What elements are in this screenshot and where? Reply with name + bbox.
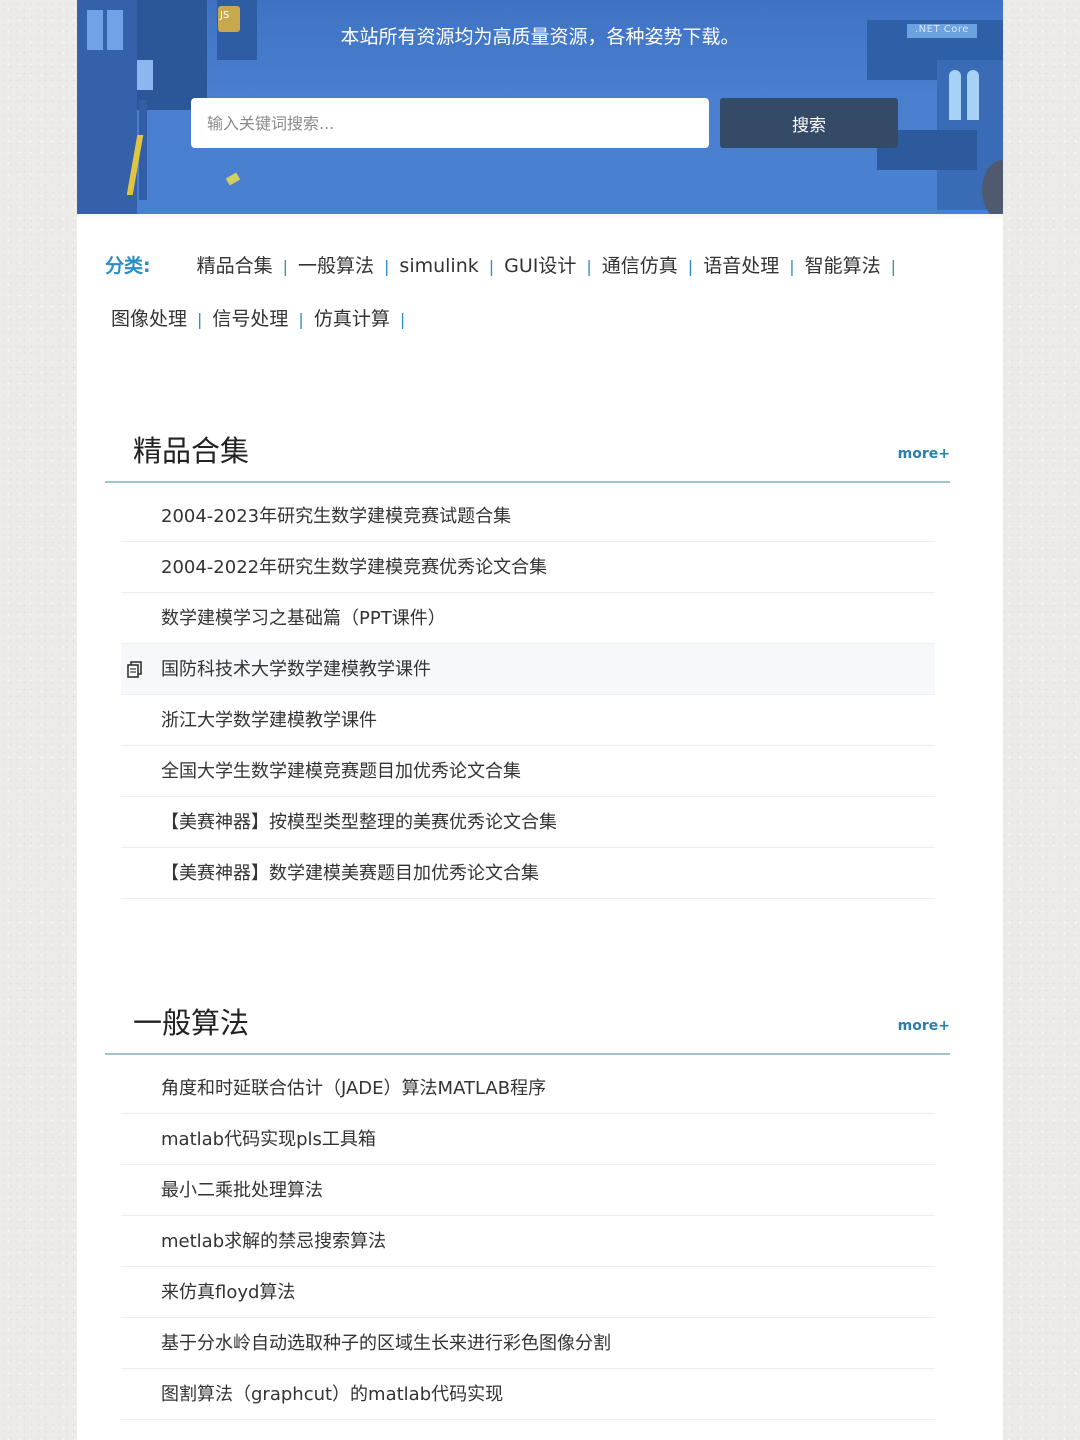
separator: | <box>197 310 203 329</box>
category-link[interactable]: 通信仿真 <box>602 255 678 277</box>
category-link[interactable]: 图像处理 <box>111 308 187 330</box>
banner-tagline: 本站所有资源均为高质量资源，各种姿势下载。 <box>340 26 740 48</box>
category-link[interactable]: 仿真计算 <box>314 308 390 330</box>
category-row: 图像处理 | 信号处理 | 仿真计算 | <box>111 293 985 346</box>
separator: | <box>298 310 304 329</box>
category-link[interactable]: 语音处理 <box>703 255 779 277</box>
separator: | <box>789 257 795 276</box>
section-header: 精品合集 more+ <box>105 410 950 483</box>
section-premium: 精品合集 more+ 2004-2023年研究生数学建模竞赛试题合集 2004-… <box>105 410 975 950</box>
list-item[interactable]: 图割算法（graphcut）的matlab代码实现 <box>121 1369 935 1420</box>
list-item[interactable]: 基于分水岭自动选取种子的区域生长来进行彩色图像分割 <box>121 1318 935 1369</box>
separator: | <box>384 257 390 276</box>
search-button[interactable]: 搜索 <box>720 98 898 148</box>
section-title: 一般算法 <box>133 1006 250 1040</box>
list-item[interactable]: 角度和时延联合估计（JADE）算法MATLAB程序 <box>121 1063 935 1114</box>
section-header: 一般算法 more+ <box>105 982 950 1055</box>
list-item[interactable]: 最小二乘批处理算法 <box>121 1165 935 1216</box>
list-item[interactable]: matlab代码实现pls工具箱 <box>121 1114 935 1165</box>
list-item[interactable]: 2004-2022年研究生数学建模竞赛优秀论文合集 <box>121 542 935 593</box>
section-general-algorithms: 一般算法 more+ 角度和时延联合估计（JADE）算法MATLAB程序 mat… <box>105 982 975 1440</box>
search-input[interactable] <box>191 98 709 148</box>
category-link[interactable]: 智能算法 <box>805 255 881 277</box>
resource-list: 2004-2023年研究生数学建模竞赛试题合集 2004-2022年研究生数学建… <box>121 491 935 899</box>
category-link[interactable]: GUI设计 <box>504 255 576 277</box>
category-link[interactable]: simulink <box>399 255 478 277</box>
list-item[interactable]: metlab求解的禁忌搜索算法 <box>121 1216 935 1267</box>
category-nav: 分类: 精品合集 | 一般算法 | simulink | GUI设计 | 通信仿真 | 语音处理 | 智能… <box>105 240 985 346</box>
section-title: 精品合集 <box>133 434 250 468</box>
banner-decoration <box>137 60 153 90</box>
list-item-label: 国防科技术大学数学建模教学课件 <box>161 659 431 680</box>
banner-decoration <box>967 70 979 120</box>
list-item[interactable]: 2004-2023年研究生数学建模竞赛试题合集 <box>121 491 935 542</box>
list-item[interactable]: 浙江大学数学建模教学课件 <box>121 695 935 746</box>
category-link[interactable]: 精品合集 <box>197 255 273 277</box>
banner-js-label: JS <box>220 10 230 21</box>
list-item[interactable]: 全国大学生数学建模竞赛题目加优秀论文合集 <box>121 746 935 797</box>
banner-decoration <box>225 172 241 186</box>
list-item[interactable]: 【美赛神器】按模型类型整理的美赛优秀论文合集 <box>121 797 935 848</box>
separator: | <box>282 257 289 276</box>
more-link[interactable]: more+ <box>898 446 950 462</box>
list-item[interactable]: 数学建模学习之基础篇（PPT课件） <box>121 593 935 644</box>
list-item[interactable]: 来仿真floyd算法 <box>121 1267 935 1318</box>
category-label: 分类: <box>105 255 151 277</box>
category-row: 分类: 精品合集 | 一般算法 | simulink | GUI设计 | 通信仿真 | 语音处理 | 智能… <box>105 240 985 293</box>
category-link[interactable]: 信号处理 <box>212 308 288 330</box>
separator: | <box>890 257 896 276</box>
list-item-hovered[interactable]: 国防科技术大学数学建模教学课件 <box>121 644 935 695</box>
separator: | <box>399 310 406 329</box>
document-icon <box>127 661 142 678</box>
separator: | <box>488 257 495 276</box>
separator: | <box>586 257 592 276</box>
category-link[interactable]: 一般算法 <box>298 255 374 277</box>
banner-shadow <box>77 214 1003 220</box>
banner-decoration <box>949 70 961 120</box>
page: JS .NET Core 本站所有资源均为高质量资源，各种姿势下载。 搜索 分类… <box>77 0 1003 1440</box>
more-link[interactable]: more+ <box>898 1018 950 1034</box>
banner-decoration <box>137 0 207 110</box>
list-item[interactable]: 【美赛神器】数学建模美赛题目加优秀论文合集 <box>121 848 935 899</box>
separator: | <box>687 257 694 276</box>
resource-list: 角度和时延联合估计（JADE）算法MATLAB程序 matlab代码实现pls工… <box>121 1063 935 1420</box>
header-banner: JS .NET Core 本站所有资源均为高质量资源，各种姿势下载。 搜索 <box>77 0 1003 214</box>
